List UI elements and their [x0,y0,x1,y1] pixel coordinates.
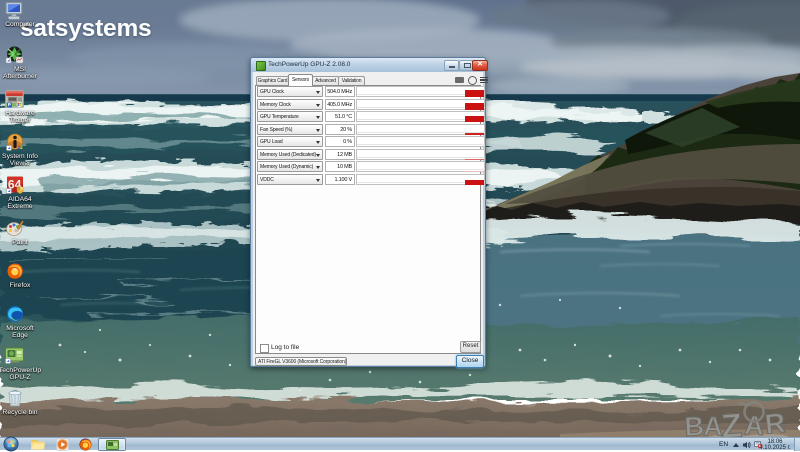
svg-text:R: R [763,407,786,440]
